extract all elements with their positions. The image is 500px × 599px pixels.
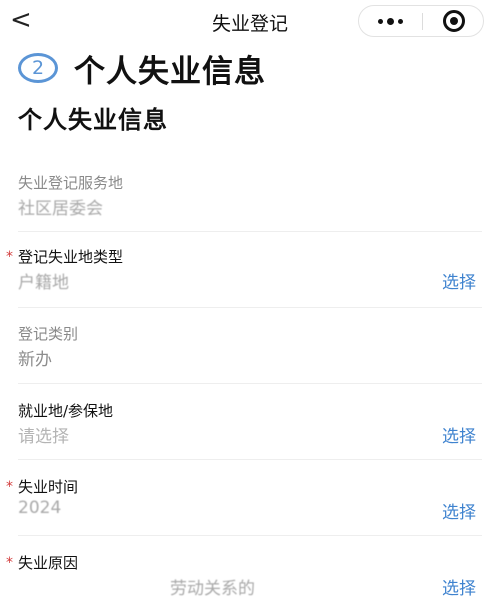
field-value: 新办 (18, 350, 52, 370)
required-mark: * (6, 479, 13, 495)
required-mark: * (6, 249, 13, 265)
step-number-badge: 2 (18, 53, 58, 83)
field-unemployment-date[interactable]: * 失业时间 2024 选择 (0, 460, 500, 536)
field-value: 2024 (18, 498, 62, 518)
field-placeholder: 请选择 (18, 427, 69, 447)
field-service-location[interactable]: 失业登记服务地 社区居委会 (0, 162, 500, 232)
field-label: 登记类别 (18, 325, 79, 343)
field-label: 就业地/参保地 (18, 402, 114, 420)
field-value: 劳动关系的 (170, 579, 255, 599)
field-label: 登记失业地类型 (18, 248, 124, 266)
field-unemployment-reason[interactable]: * 失业原因 劳动关系的 选择 (0, 536, 500, 599)
select-unemployment-date-button[interactable]: 选择 (442, 498, 476, 523)
more-dots-icon[interactable] (359, 6, 422, 36)
step-indicator: 2 个人失业信息 (18, 50, 266, 90)
select-location-type-button[interactable]: 选择 (442, 268, 476, 293)
step-title: 个人失业信息 (74, 53, 266, 90)
select-employment-location-button[interactable]: 选择 (442, 422, 476, 447)
field-value: 社区居委会 (18, 199, 103, 219)
field-employment-location[interactable]: 就业地/参保地 请选择 选择 (0, 384, 500, 460)
field-location-type[interactable]: * 登记失业地类型 户籍地 选择 (0, 232, 500, 308)
field-label: 失业时间 (18, 478, 79, 496)
target-close-icon[interactable] (422, 6, 485, 36)
field-label: 失业登记服务地 (18, 174, 124, 192)
required-mark: * (6, 555, 13, 571)
nav-bar: < 失业登记 (0, 0, 500, 44)
select-unemployment-reason-button[interactable]: 选择 (442, 574, 476, 599)
field-registration-category: 登记类别 新办 (0, 308, 500, 384)
field-value: 户籍地 (18, 273, 69, 293)
field-label: 失业原因 (18, 554, 79, 572)
mini-program-capsule (358, 5, 484, 37)
section-title: 个人失业信息 (18, 106, 168, 134)
